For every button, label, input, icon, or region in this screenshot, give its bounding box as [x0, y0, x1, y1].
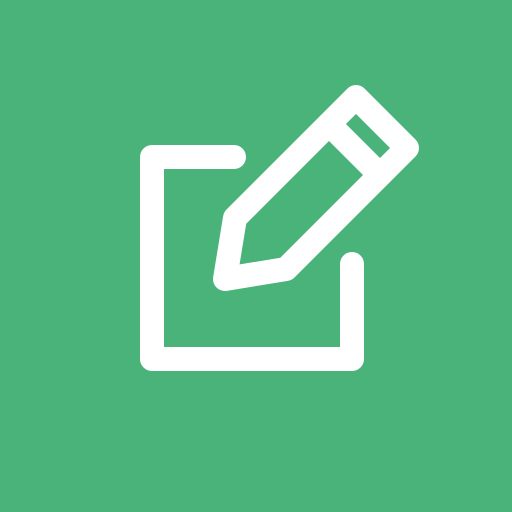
pencil-ferrule [317, 112, 392, 187]
pencil-body [213, 85, 419, 291]
edit-icon [140, 85, 419, 371]
app-icon-tile[interactable] [0, 0, 512, 512]
